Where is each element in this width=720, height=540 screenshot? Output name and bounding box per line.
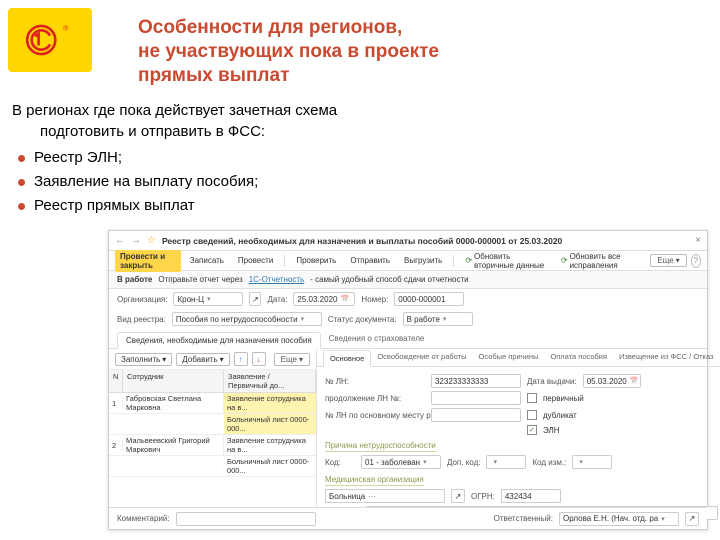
table-row[interactable]: 2 Мальвеевский Григорий Маркович Заявлен… (109, 435, 316, 456)
tab-info[interactable]: Сведения, необходимые для назначения пос… (117, 332, 321, 349)
intro-line: подготовить и отправить в ФСС: (40, 122, 712, 142)
info-banner: В работе Отправьте отчет через 1С-Отчетн… (109, 271, 707, 289)
banner-status: В работе (117, 275, 152, 284)
date-field[interactable]: 25.03.2020 (293, 292, 355, 306)
fixes-button[interactable]: ⟳Обновить все исправления (556, 250, 643, 272)
cause-section: Причина нетрудоспособности (325, 440, 436, 452)
col-n: N (109, 370, 123, 392)
mainplace-label: № ЛН по основному месту работы: (325, 411, 425, 420)
col-employee: Сотрудник (123, 370, 224, 392)
duplicate-checkbox[interactable] (527, 410, 537, 420)
comment-field[interactable] (176, 512, 316, 526)
code-field[interactable]: 01 - заболеван (361, 455, 441, 469)
detail-panel: Основное Освобождение от работы Особые п… (317, 349, 720, 529)
post-button[interactable]: Провести (233, 254, 278, 267)
rtab-main[interactable]: Основное (323, 350, 371, 367)
issue-date-field[interactable]: 05.03.2020 (583, 374, 641, 388)
move-down-button[interactable]: ↓ (252, 352, 266, 366)
status-field[interactable]: В работе (403, 312, 473, 326)
responsible-label: Ответственный: (494, 514, 553, 523)
table-row[interactable]: Больничный лист 0000-000... (109, 414, 316, 435)
title-line: прямых выплат (138, 64, 712, 88)
move-up-button[interactable]: ↑ (234, 352, 248, 366)
medorg-field[interactable]: Больница (325, 489, 445, 503)
save-button[interactable]: Записать (185, 254, 229, 267)
eln-checkbox[interactable]: ✓ (527, 425, 537, 435)
main-tabs: Сведения, необходимые для назначения пос… (109, 331, 707, 349)
window-titlebar: ← → ☆ Реестр сведений, необходимых для н… (109, 231, 707, 251)
status-label: Статус документа: (328, 315, 397, 324)
send-button[interactable]: Отправить (345, 254, 395, 267)
continuation-label: продолжение ЛН №: (325, 394, 425, 403)
employee-grid-panel: Заполнить ▾ Добавить ▾ ↑ ↓ Еще▾ N Сотруд… (109, 349, 317, 529)
window-title: Реестр сведений, необходимых для назначе… (162, 236, 689, 246)
medorg-open-button[interactable]: ↗ (451, 489, 465, 503)
svg-text:®: ® (63, 24, 69, 32)
refresh-button[interactable]: ⟳Обновить вторичные данные (460, 250, 552, 272)
banner-text: Отправьте отчет через (158, 275, 242, 284)
issue-date-label: Дата выдачи: (527, 377, 577, 386)
date-label: Дата: (267, 295, 287, 304)
comment-label: Комментарий: (117, 514, 170, 523)
kind-field[interactable]: Пособия по нетрудоспособности (172, 312, 322, 326)
window-footer: Комментарий: Ответственный: Орлова Е.Н. … (109, 507, 707, 529)
post-and-close-button[interactable]: Провести и закрыть (115, 250, 181, 272)
codechange-field[interactable] (572, 455, 612, 469)
org-field[interactable]: Крон-Ц (173, 292, 243, 306)
export-button[interactable]: Выгрузить (399, 254, 447, 267)
ogrn-field[interactable]: 432434 (501, 489, 561, 503)
bullet-item: Заявление на выплату пособия; (12, 172, 712, 192)
responsible-open-button[interactable]: ↗ (685, 512, 699, 526)
banner-link[interactable]: 1С-Отчетность (249, 275, 305, 284)
col-document: Заявление / Первичный до... (224, 370, 316, 392)
nav-back-icon[interactable]: ← (115, 235, 125, 246)
org-open-button[interactable]: ↗ (249, 292, 261, 306)
check-button[interactable]: Проверить (291, 254, 341, 267)
nav-fwd-icon[interactable]: → (131, 235, 141, 246)
bullet-item: Реестр прямых выплат (12, 196, 712, 216)
title-line: Особенности для регионов, (138, 16, 712, 40)
tab-insurer[interactable]: Сведения о страхователе (321, 331, 433, 348)
star-icon[interactable]: ☆ (147, 235, 156, 246)
add-button[interactable]: Добавить ▾ (176, 353, 229, 366)
logo-1c: ® (8, 8, 92, 72)
rtab-special[interactable]: Особые причины (473, 349, 545, 366)
grid-more-button[interactable]: Еще▾ (274, 353, 310, 366)
rtab-notice[interactable]: Извещение из ФСС / Отказ (613, 349, 719, 366)
number-field[interactable]: 0000-000001 (394, 292, 464, 306)
close-icon[interactable]: × (695, 235, 701, 246)
table-row[interactable]: Больничный лист 0000-000... (109, 456, 316, 477)
ogrn-label: ОГРН: (471, 492, 495, 501)
title-line: не участвующих пока в проекте (138, 40, 712, 64)
rtab-release[interactable]: Освобождение от работы (371, 349, 472, 366)
primary-checkbox[interactable] (527, 393, 537, 403)
main-toolbar: Провести и закрыть Записать Провести Про… (109, 251, 707, 271)
more-button[interactable]: Еще▾ (650, 254, 686, 267)
slide-title: Особенности для регионов, не участвующих… (138, 16, 712, 87)
help-button[interactable]: ? (691, 254, 701, 268)
slide-body: В регионах где пока действует зачетная с… (12, 101, 712, 216)
rtab-payment[interactable]: Оплата пособия (544, 349, 613, 366)
code-label: Код: (325, 458, 355, 467)
bullet-item: Реестр ЭЛН; (12, 148, 712, 168)
ln-field[interactable]: 323233333333 (431, 374, 521, 388)
app-window: ← → ☆ Реестр сведений, необходимых для н… (108, 230, 708, 530)
fill-button[interactable]: Заполнить ▾ (115, 353, 172, 366)
continuation-field[interactable] (431, 391, 521, 405)
ln-label: № ЛН: (325, 377, 425, 386)
kind-label: Вид реестра: (117, 315, 166, 324)
addcode-label: Доп. код: (447, 458, 481, 467)
addcode-field[interactable] (486, 455, 526, 469)
codechange-label: Код изм.: (532, 458, 566, 467)
responsible-field[interactable]: Орлова Е.Н. (Нач. отд. ра (559, 512, 679, 526)
number-label: Номер: (361, 295, 388, 304)
org-label: Организация: (117, 295, 167, 304)
medorg-section: Медицинская организация (325, 474, 424, 486)
mainplace-field[interactable] (431, 408, 521, 422)
banner-text: - самый удобный способ сдачи отчетности (310, 275, 468, 284)
table-row[interactable]: 1 Габровская Светлана Марковна Заявление… (109, 393, 316, 414)
intro-line: В регионах где пока действует зачетная с… (12, 101, 712, 121)
